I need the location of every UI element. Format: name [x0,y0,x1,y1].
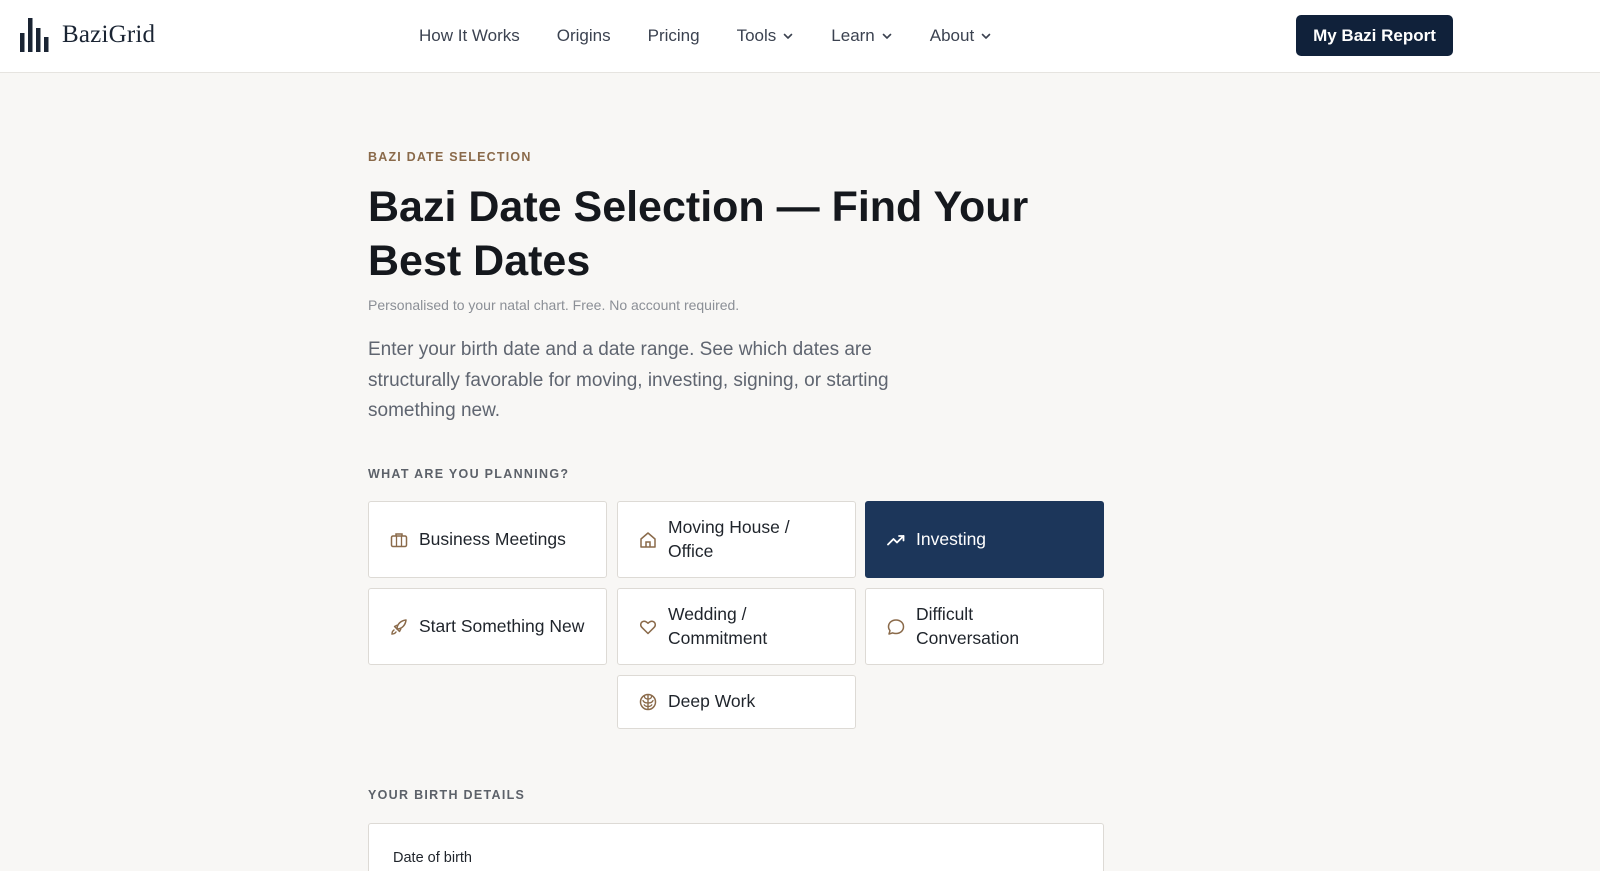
option-label: Moving House / Office [668,517,790,561]
birth-details-card: Date of birth [368,823,1104,871]
chevron-down-icon [783,33,793,39]
chevron-down-icon [981,33,991,39]
option-moving-house[interactable]: Moving House / Office [617,501,856,578]
nav-label: Tools [736,26,777,45]
house-icon [640,531,656,548]
option-label: Deep Work [668,691,756,712]
option-investing[interactable]: Investing [865,501,1104,578]
nav-about[interactable]: About [930,23,992,49]
nav-label: Learn [831,26,875,45]
option-label: Wedding / Commitment [668,604,768,648]
birth-details-section-label: YOUR BIRTH DETAILS [368,788,526,802]
nav-label: How It Works [419,26,520,45]
option-wedding-commitment[interactable]: Wedding / Commitment [617,588,856,665]
nav-label: Origins [556,26,611,45]
bar-chart-logo-icon [20,18,49,52]
site-header: BaziGrid How It Works Origins Pricing To… [0,0,1600,73]
briefcase-icon [390,532,408,547]
chat-bubble-icon [887,618,905,635]
eyebrow-label: BAZI DATE SELECTION [368,150,532,164]
logo[interactable]: BaziGrid [20,18,155,52]
my-bazi-report-button[interactable]: My Bazi Report [1296,15,1453,56]
option-deep-work[interactable]: Deep Work [617,675,856,729]
nav-label: Pricing [647,26,700,45]
trending-up-icon [887,534,905,545]
page-title: Bazi Date Selection — Find Your Best Dat… [368,183,1029,285]
main-nav: How It Works Origins Pricing Tools Learn… [419,23,1029,49]
date-of-birth-label: Date of birth [393,850,472,866]
option-start-something-new[interactable]: Start Something New [368,588,607,665]
option-label: Investing [916,528,987,549]
nav-tools[interactable]: Tools [737,23,795,49]
option-label: Start Something New [419,615,585,636]
logo-text: BaziGrid [62,21,156,48]
page-description: Enter your birth date and a date range. … [368,339,889,421]
chevron-down-icon [882,33,892,39]
nav-learn[interactable]: Learn [831,23,892,49]
option-business-meetings[interactable]: Business Meetings [368,501,607,578]
option-label: Business Meetings [419,528,566,549]
option-label: Difficult Conversation [916,604,1020,648]
planning-section-label: WHAT ARE YOU PLANNING? [368,467,570,481]
heart-icon [639,620,657,634]
planning-options: Business Meetings Moving House / Office … [368,501,1105,731]
rocket-icon [391,618,407,635]
nav-how-it-works[interactable]: How It Works [419,23,520,49]
nav-pricing[interactable]: Pricing [648,23,700,49]
page-subnote: Personalised to your natal chart. Free. … [368,297,740,313]
nav-label: About [929,26,975,45]
brain-icon [639,693,657,711]
nav-origins[interactable]: Origins [557,23,611,49]
option-difficult-conversation[interactable]: Difficult Conversation [865,588,1104,665]
